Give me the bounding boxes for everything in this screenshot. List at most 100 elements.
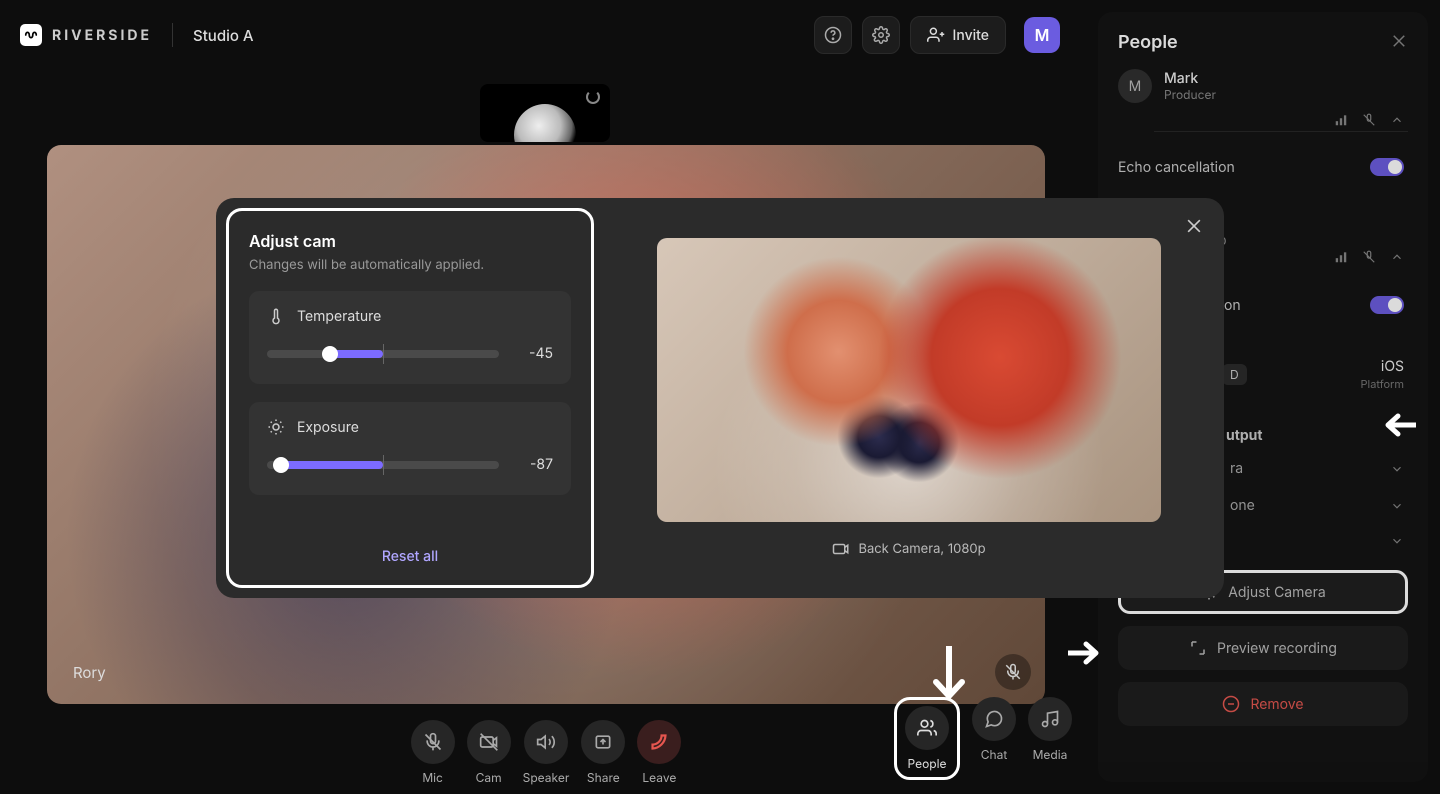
temperature-thumb[interactable] xyxy=(322,346,338,362)
chevron-down-icon xyxy=(1390,534,1404,548)
close-icon xyxy=(1390,32,1408,50)
share-icon xyxy=(593,732,613,752)
exposure-value: -87 xyxy=(513,456,553,473)
mic-label: Mic xyxy=(422,770,443,785)
participant-row[interactable]: M Mark Producer xyxy=(1118,53,1408,113)
leave-control[interactable]: Leave xyxy=(637,720,681,785)
topbar-left: RIVERSIDE Studio A xyxy=(20,23,254,47)
signal-icon xyxy=(1334,113,1348,127)
invite-button[interactable]: Invite xyxy=(910,16,1006,54)
invite-label: Invite xyxy=(953,27,989,44)
chat-control[interactable]: Chat xyxy=(972,697,1016,780)
mic-muted-indicator xyxy=(995,654,1031,690)
brand-logo-icon xyxy=(20,24,42,46)
topbar-right: Invite M xyxy=(814,16,1060,54)
cam-label: Cam xyxy=(476,770,502,785)
participant-name-overlay: Rory xyxy=(65,659,114,686)
modal-close-button[interactable] xyxy=(1184,216,1204,236)
temperature-label: Temperature xyxy=(297,308,381,325)
temperature-slider-row: -45 xyxy=(267,345,553,362)
people-panel-title: People xyxy=(1118,32,1408,53)
annotation-arrow-down xyxy=(928,646,970,706)
exposure-label: Exposure xyxy=(297,419,359,436)
mic-off-icon xyxy=(1362,113,1376,127)
slider-center-tick xyxy=(383,455,384,475)
mic-toggle[interactable] xyxy=(1362,113,1376,127)
invite-icon xyxy=(927,26,945,44)
camera-label: Back Camera, 1080p xyxy=(858,541,985,557)
share-label: Share xyxy=(587,770,620,785)
remove-label: Remove xyxy=(1250,696,1303,713)
participant-thumbnail[interactable] xyxy=(480,84,610,142)
preview-recording-button[interactable]: Preview recording xyxy=(1118,626,1408,670)
collapse-toggle-2[interactable] xyxy=(1390,250,1404,264)
temperature-value: -45 xyxy=(513,345,553,362)
platform-name: iOS xyxy=(1381,358,1404,375)
leave-icon xyxy=(648,731,670,753)
camera-preview xyxy=(657,238,1161,522)
help-button[interactable] xyxy=(814,16,852,54)
exposure-slider-row: -87 xyxy=(267,456,553,473)
exposure-slider[interactable] xyxy=(267,461,499,469)
platform-info: iOS Platform xyxy=(1361,358,1405,391)
adjust-cam-subtitle: Changes will be automatically applied. xyxy=(249,257,571,273)
exposure-card: Exposure -87 xyxy=(249,402,571,495)
other-toggle-label-partial: on xyxy=(1224,297,1241,314)
temperature-header: Temperature xyxy=(267,307,553,325)
right-controls-group: People Chat Media xyxy=(894,697,1072,780)
divider xyxy=(172,23,173,47)
speaker-label: Speaker xyxy=(523,770,570,785)
media-icon xyxy=(1040,709,1060,729)
participant-name: Mark xyxy=(1164,70,1216,87)
annotation-arrow-left xyxy=(1380,412,1416,438)
settings-button[interactable] xyxy=(862,16,900,54)
camera-label-row: Back Camera, 1080p xyxy=(832,540,985,558)
cam-control[interactable]: Cam xyxy=(467,720,511,785)
platform-caption: Platform xyxy=(1361,377,1405,391)
temperature-icon xyxy=(267,307,285,325)
exposure-thumb[interactable] xyxy=(273,457,289,473)
chevron-down-icon xyxy=(1390,462,1404,476)
people-panel-close[interactable] xyxy=(1390,32,1408,50)
people-control[interactable]: People xyxy=(905,706,949,771)
remove-button[interactable]: Remove xyxy=(1118,682,1408,726)
adjust-camera-label: Adjust Camera xyxy=(1228,584,1325,601)
share-control[interactable]: Share xyxy=(581,720,625,785)
participant-role: Producer xyxy=(1164,87,1216,102)
loading-spinner-icon xyxy=(586,90,600,104)
slider-center-tick xyxy=(383,344,384,364)
echo-cancellation-toggle[interactable] xyxy=(1370,158,1404,176)
adjust-cam-modal: Adjust cam Changes will be automatically… xyxy=(216,198,1224,598)
people-label: People xyxy=(907,756,946,771)
section-divider xyxy=(1154,131,1408,132)
expand-icon xyxy=(1189,639,1207,657)
camera-icon xyxy=(832,540,850,558)
chevron-down-icon xyxy=(1390,499,1404,513)
people-icon xyxy=(917,718,937,738)
speaker-control[interactable]: Speaker xyxy=(523,720,570,785)
output-select-1-label: ra xyxy=(1230,460,1243,477)
exposure-header: Exposure xyxy=(267,418,553,436)
temperature-slider[interactable] xyxy=(267,350,499,358)
adjust-cam-title: Adjust cam xyxy=(249,231,571,251)
brand-logo[interactable]: RIVERSIDE xyxy=(20,24,152,46)
user-avatar[interactable]: M xyxy=(1024,17,1060,53)
mic-toggle-2[interactable] xyxy=(1362,250,1376,264)
media-control[interactable]: Media xyxy=(1028,697,1072,780)
people-control-highlight: People xyxy=(894,697,960,780)
studio-name[interactable]: Studio A xyxy=(193,26,254,45)
adjust-cam-controls: Adjust cam Changes will be automatically… xyxy=(226,208,594,588)
camera-preview-panel: Back Camera, 1080p xyxy=(594,198,1224,598)
echo-cancellation-label: Echo cancellation xyxy=(1118,159,1235,176)
other-toggle[interactable] xyxy=(1370,296,1404,314)
exposure-icon xyxy=(267,418,285,436)
leave-label: Leave xyxy=(642,770,676,785)
temperature-fill xyxy=(330,350,383,358)
signal-icon xyxy=(1334,250,1348,264)
reset-all-button[interactable]: Reset all xyxy=(382,530,438,565)
chevron-up-icon xyxy=(1390,250,1404,264)
mic-control[interactable]: Mic xyxy=(411,720,455,785)
remove-icon xyxy=(1222,695,1240,713)
collapse-toggle[interactable] xyxy=(1390,113,1404,127)
mic-off-icon xyxy=(1362,250,1376,264)
